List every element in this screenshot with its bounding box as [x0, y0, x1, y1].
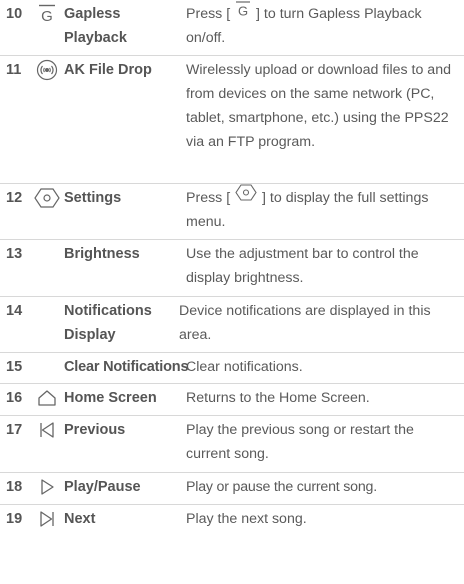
file-drop-icon	[30, 58, 64, 82]
row-number: 12	[6, 190, 23, 206]
function-name: Brightness	[64, 246, 140, 262]
function-name: Play/Pause	[64, 479, 141, 495]
table-row: 19 Next Play the next song.	[0, 505, 464, 535]
row-number: 16	[6, 390, 23, 406]
table-row: 14 Notifications Display Device notifica…	[0, 297, 464, 353]
function-name: Notifications Display	[64, 303, 152, 343]
row-number: 17	[6, 422, 23, 438]
table-row: 18 Play/Pause Play or pause the current …	[0, 473, 464, 505]
function-name: Next	[64, 511, 96, 527]
previous-icon	[30, 418, 64, 442]
settings-hexagon-icon	[30, 186, 64, 210]
function-description: Play or pause the current song.	[186, 479, 377, 495]
svg-text:G: G	[41, 8, 53, 25]
function-description: Play the next song.	[186, 511, 307, 527]
table-row: 17 Previous Play the previous song or re…	[0, 416, 464, 473]
function-description: Use the adjustment bar to control the di…	[186, 246, 419, 286]
function-name: Home Screen	[64, 390, 157, 406]
settings-hexagon-icon	[235, 184, 257, 209]
next-icon	[30, 507, 64, 531]
row-number: 11	[6, 62, 22, 78]
table-row: 16 Home Screen Returns to the Home Scree…	[0, 384, 464, 416]
function-description: Device notifications are displayed in th…	[179, 303, 431, 343]
function-name: Previous	[64, 422, 126, 438]
play-icon	[30, 475, 64, 499]
function-name: AK File Drop	[64, 62, 152, 78]
table-row: 15 Clear Notifications Clear notificatio…	[0, 353, 464, 384]
gapless-g-icon: G	[30, 2, 64, 26]
function-table: 10 G Gapless Playback Press [ G ] to tur…	[0, 0, 464, 535]
table-row: 12 Settings Press [ ] to display the ful…	[0, 184, 464, 240]
function-description: Wirelessly upload or download files to a…	[186, 62, 451, 150]
function-description: Returns to the Home Screen.	[186, 390, 370, 406]
row-number: 10	[6, 6, 23, 22]
function-description: Clear notifications.	[186, 359, 303, 375]
function-description: Press [ G ] to turn Gapless Playback on/…	[186, 0, 464, 50]
row-number: 14	[6, 303, 23, 319]
table-row: 11 AK File Drop Wirelessly upload or dow…	[0, 56, 464, 184]
gapless-g-icon: G	[235, 0, 251, 26]
function-name: Clear Notifications	[64, 359, 189, 375]
function-name: Settings	[64, 190, 122, 206]
function-description: Press [ ] to display the full settings m…	[186, 184, 464, 234]
description-text: Press [	[186, 190, 235, 206]
svg-text:G: G	[238, 3, 248, 18]
home-icon	[30, 386, 64, 410]
row-number: 18	[6, 479, 23, 495]
table-row: 10 G Gapless Playback Press [ G ] to tur…	[0, 0, 464, 56]
row-number: 13	[6, 246, 23, 262]
description-text: Press [	[186, 6, 235, 22]
row-number: 19	[6, 511, 23, 527]
row-number: 15	[6, 359, 23, 375]
table-row: 13 Brightness Use the adjustment bar to …	[0, 240, 464, 297]
function-name: Gapless Playback	[64, 6, 127, 46]
function-description: Play the previous song or restart the cu…	[186, 422, 414, 462]
